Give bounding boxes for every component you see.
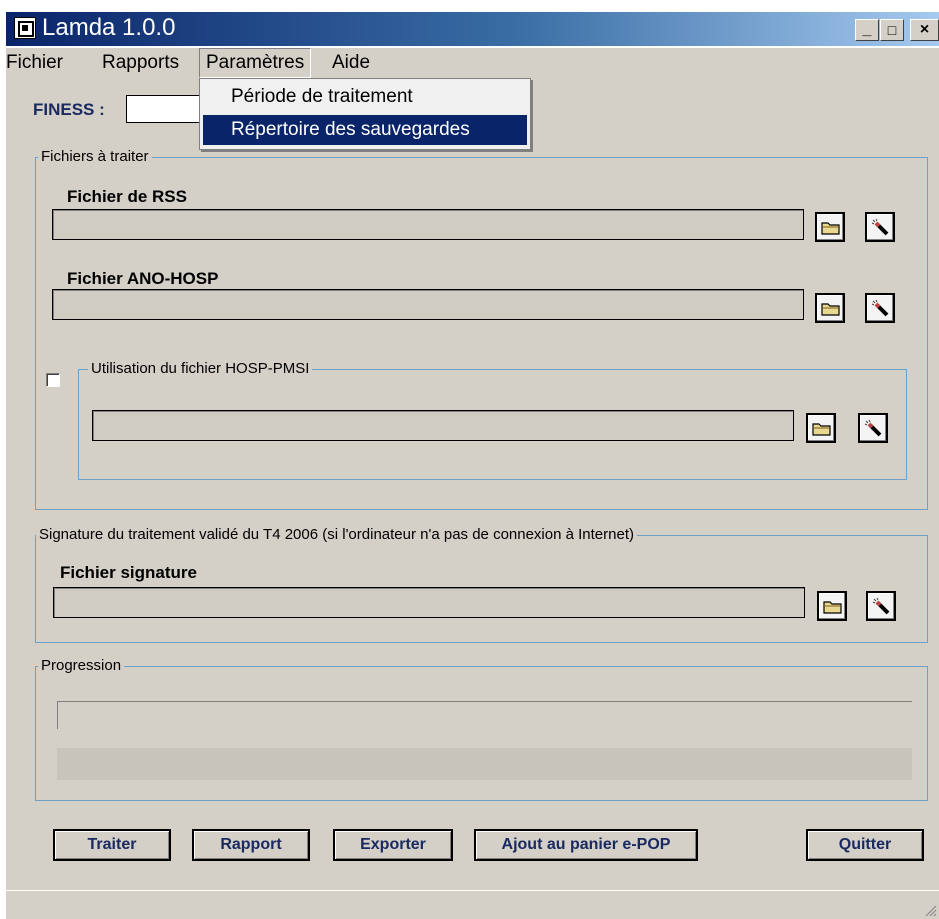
hosp-path-field[interactable] bbox=[92, 410, 794, 441]
group-signature-title: Signature du traitement validé du T4 200… bbox=[36, 526, 637, 543]
ano-path-field[interactable] bbox=[52, 289, 804, 320]
finess-input[interactable] bbox=[126, 95, 206, 123]
ano-browse-button[interactable] bbox=[815, 293, 845, 323]
menu-fichier[interactable]: Fichier bbox=[0, 48, 69, 78]
folder-icon bbox=[823, 601, 842, 614]
hosp-browse-button[interactable] bbox=[806, 413, 836, 443]
signature-clear-button[interactable] bbox=[866, 591, 896, 621]
finess-label: FINESS : bbox=[33, 100, 105, 119]
quitter-button[interactable]: Quitter bbox=[806, 829, 924, 861]
exporter-button[interactable]: Exporter bbox=[333, 829, 453, 861]
rss-path-field[interactable] bbox=[52, 209, 804, 240]
status-text-field bbox=[57, 748, 912, 780]
group-fichiers-title: Fichiers à traiter bbox=[38, 148, 152, 165]
parametres-dropdown: Période de traitement Répertoire des sau… bbox=[199, 78, 531, 150]
eraser-icon bbox=[864, 419, 882, 437]
signature-path-field[interactable] bbox=[53, 587, 805, 618]
status-bar bbox=[6, 890, 939, 919]
ano-label: Fichier ANO-HOSP bbox=[67, 269, 219, 288]
maximize-button[interactable]: □ bbox=[880, 19, 904, 41]
eraser-icon bbox=[872, 597, 890, 615]
menu-rapports[interactable]: Rapports bbox=[96, 48, 185, 78]
hosp-checkbox[interactable] bbox=[46, 373, 60, 387]
eraser-icon bbox=[871, 218, 889, 236]
app-icon[interactable] bbox=[14, 17, 36, 39]
folder-icon bbox=[812, 423, 831, 436]
eraser-icon bbox=[871, 299, 889, 317]
menu-item-repertoire[interactable]: Répertoire des sauvegardes bbox=[203, 115, 527, 145]
ano-clear-button[interactable] bbox=[865, 293, 895, 323]
menu-item-periode[interactable]: Période de traitement bbox=[203, 82, 527, 112]
minimize-button[interactable]: _ bbox=[855, 19, 879, 41]
signature-label: Fichier signature bbox=[60, 563, 197, 582]
ajout-panier-button[interactable]: Ajout au panier e-POP bbox=[474, 829, 698, 861]
hosp-clear-button[interactable] bbox=[858, 413, 888, 443]
folder-icon bbox=[821, 222, 840, 235]
close-button[interactable]: × bbox=[910, 19, 939, 41]
menu-parametres[interactable]: Paramètres bbox=[199, 48, 312, 78]
title-bar[interactable]: Lamda 1.0.0 _ □ × bbox=[6, 12, 939, 46]
progress-bar bbox=[57, 701, 912, 729]
rss-label: Fichier de RSS bbox=[67, 187, 187, 206]
folder-icon bbox=[821, 303, 840, 316]
menu-bar: Fichier Rapports Paramètres Aide bbox=[6, 48, 939, 78]
group-hosp-title: Utilisation du fichier HOSP-PMSI bbox=[88, 360, 313, 377]
menu-aide[interactable]: Aide bbox=[326, 48, 376, 78]
rss-browse-button[interactable] bbox=[815, 212, 845, 242]
signature-browse-button[interactable] bbox=[817, 591, 847, 621]
window-title: Lamda 1.0.0 bbox=[42, 14, 176, 41]
traiter-button[interactable]: Traiter bbox=[53, 829, 171, 861]
rss-clear-button[interactable] bbox=[865, 212, 895, 242]
resize-grip-icon[interactable] bbox=[923, 903, 937, 917]
group-progression-title: Progression bbox=[38, 657, 125, 674]
group-progression bbox=[35, 666, 928, 801]
rapport-button[interactable]: Rapport bbox=[192, 829, 310, 861]
